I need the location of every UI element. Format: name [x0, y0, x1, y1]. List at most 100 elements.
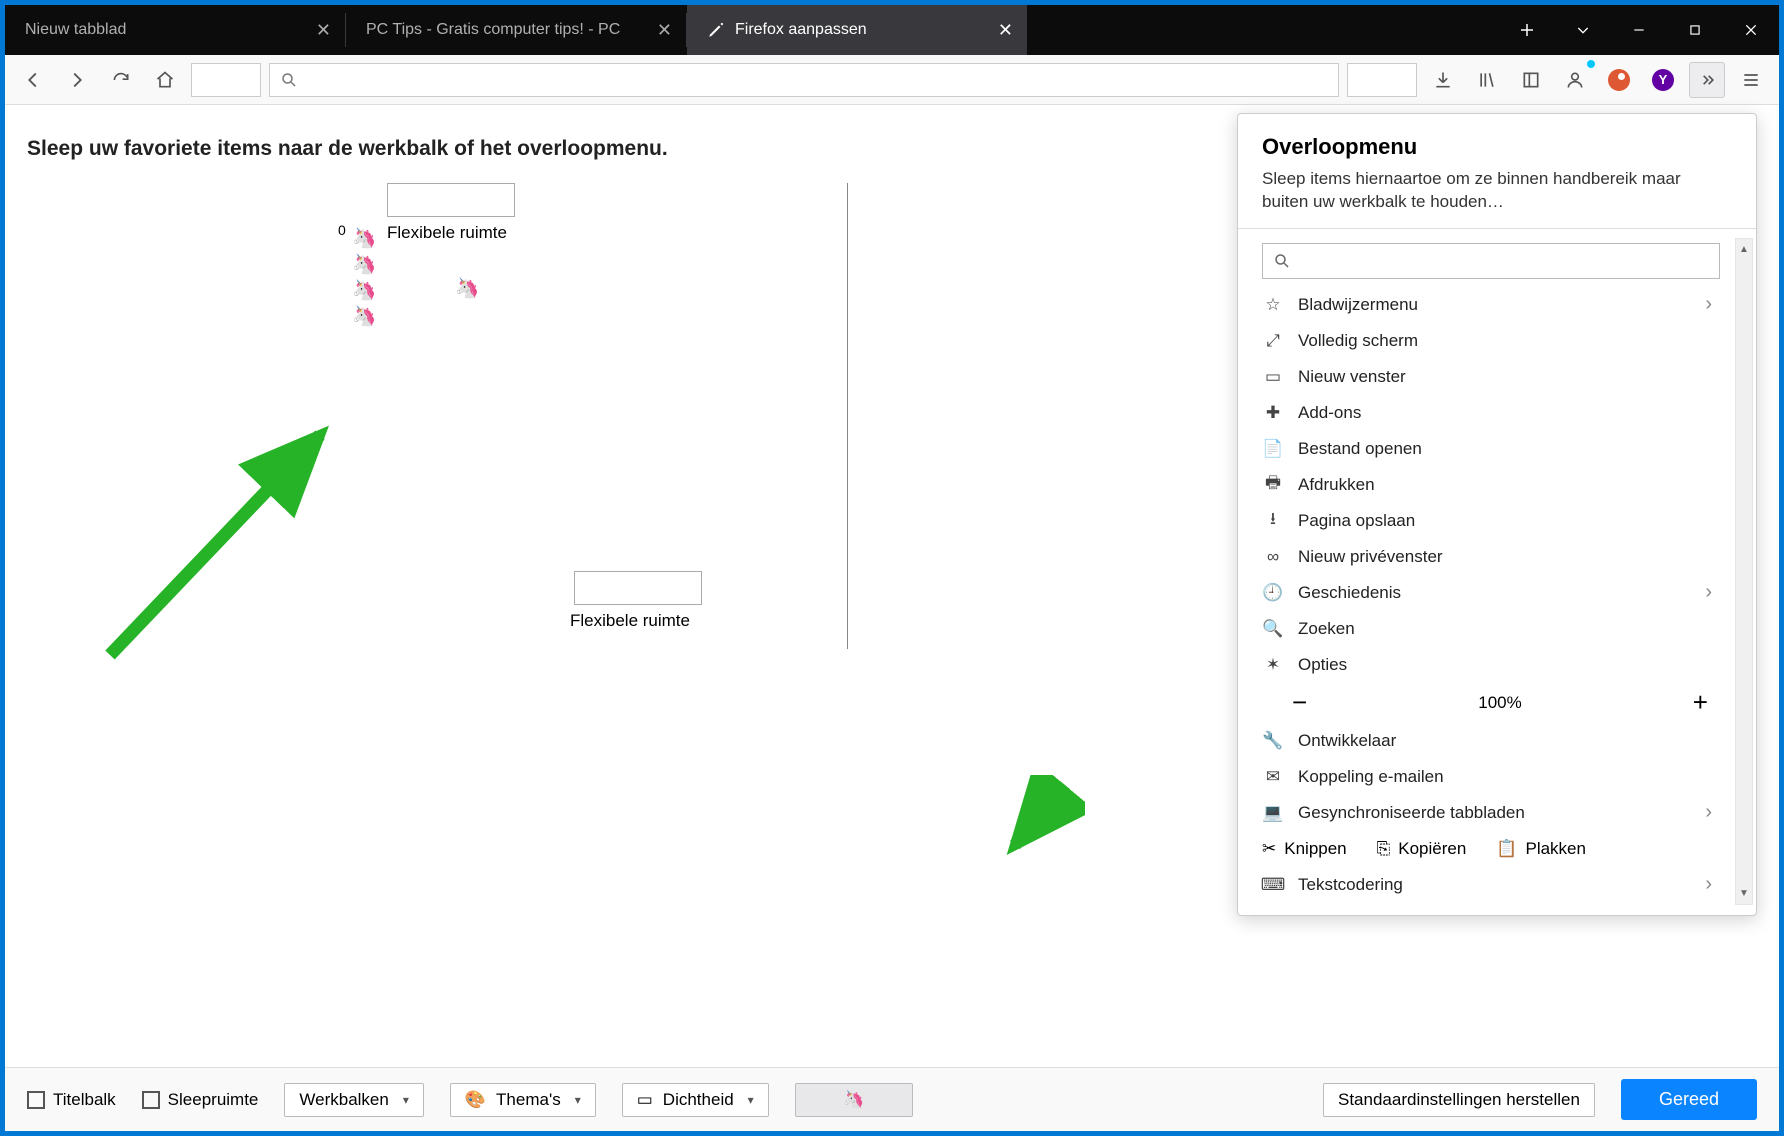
tab-customize[interactable]: Firefox aanpassen ✕ — [687, 5, 1027, 55]
bookmarks-icon: ☆ — [1262, 295, 1284, 315]
tab-label: Firefox aanpassen — [735, 21, 867, 39]
close-icon[interactable]: ✕ — [657, 20, 672, 41]
firefox-account-button[interactable] — [1557, 62, 1593, 98]
overflow-button[interactable] — [1689, 62, 1725, 98]
tabs-dropdown-button[interactable] — [1555, 5, 1611, 55]
menuitem-private-window[interactable]: ∞Nieuw privévenster — [1262, 539, 1748, 575]
flexible-space-label: Flexibele ruimte — [570, 611, 690, 631]
flexible-space-item[interactable] — [387, 183, 515, 217]
window-minimize-button[interactable] — [1611, 5, 1667, 55]
toolbar-spacer[interactable] — [1347, 63, 1417, 97]
back-button[interactable] — [15, 62, 51, 98]
sidebar-button[interactable] — [1513, 62, 1549, 98]
close-icon[interactable]: ✕ — [998, 20, 1013, 41]
flexible-space-label: Flexibele ruimte — [387, 223, 507, 243]
menuitem-label: Volledig scherm — [1298, 331, 1418, 351]
menuitem-print[interactable]: 🖶Afdrukken — [1262, 467, 1748, 503]
toolbars-dropdown[interactable]: Werkbalken▾ — [284, 1083, 423, 1117]
tab-pctips[interactable]: PC Tips - Gratis computer tips! - PC ✕ — [346, 5, 686, 55]
menuitem-new-window[interactable]: ▭Nieuw venster — [1262, 359, 1748, 395]
divider — [847, 183, 848, 649]
scrollbar[interactable]: ▲▼ — [1735, 238, 1753, 905]
menuitem-open-file[interactable]: 📄Bestand openen — [1262, 431, 1748, 467]
menuitem-fullscreen[interactable]: ⤢Volledig scherm — [1262, 323, 1748, 359]
folder-icon: 📄 — [1262, 439, 1284, 459]
scissors-icon: ✂ — [1262, 839, 1276, 859]
menuitem-paste[interactable]: 📋Plakken — [1496, 839, 1586, 859]
menuitem-history[interactable]: 🕘Geschiedenis› — [1262, 575, 1748, 611]
window-close-button[interactable] — [1723, 5, 1779, 55]
brush-icon — [707, 21, 725, 39]
tab-new[interactable]: Nieuw tabblad ✕ — [5, 5, 345, 55]
nav-toolbar: Y — [5, 55, 1779, 105]
menuitem-label: Afdrukken — [1298, 475, 1375, 495]
tab-bar: Nieuw tabblad ✕ PC Tips - Gratis compute… — [5, 5, 1779, 55]
svg-text:🦄: 🦄 — [352, 227, 376, 250]
gear-icon: ✶ — [1262, 655, 1284, 675]
close-icon[interactable]: ✕ — [316, 20, 331, 41]
unicorn-icon[interactable]: 🦄 — [352, 303, 378, 329]
extension-duckduckgo-button[interactable] — [1601, 62, 1637, 98]
menuitem-save-page[interactable]: ⭳Pagina opslaan — [1262, 503, 1748, 539]
panel-search[interactable] — [1262, 243, 1720, 279]
zoom-in-button[interactable]: + — [1693, 687, 1708, 718]
menuitem-email-link[interactable]: ✉ Koppeling e-mailen — [1262, 759, 1748, 795]
whimsy-button[interactable]: 🦄 — [795, 1083, 913, 1117]
app-menu-button[interactable] — [1733, 62, 1769, 98]
menuitem-label: Knippen — [1284, 839, 1346, 859]
zoom-out-button[interactable]: − — [1292, 687, 1307, 718]
zoom-controls: − 100% + — [1262, 683, 1748, 723]
svg-text:🦄: 🦄 — [352, 305, 376, 328]
history-icon: 🕘 — [1262, 583, 1284, 603]
density-dropdown[interactable]: ▭Dichtheid▾ — [622, 1083, 769, 1117]
menuitem-addons[interactable]: ✚Add-ons — [1262, 395, 1748, 431]
menuitem-label: Tekstcodering — [1298, 875, 1403, 895]
home-button[interactable] — [147, 62, 183, 98]
menuitem-label: Bladwijzermenu — [1298, 295, 1418, 315]
menuitem-text-encoding[interactable]: ⌨Tekstcodering› — [1262, 867, 1748, 903]
profile-button[interactable]: Y — [1645, 62, 1681, 98]
menuitem-bookmarks[interactable]: ☆Bladwijzermenu› — [1262, 287, 1748, 323]
annotation-arrow — [995, 775, 1085, 865]
unicorn-icon[interactable]: 🦄 — [352, 225, 378, 251]
overflow-panel: Overloopmenu Sleep items hiernaartoe om … — [1237, 113, 1757, 916]
toolbar-spacer[interactable] — [191, 63, 261, 97]
restore-defaults-button[interactable]: Standaardinstellingen herstellen — [1323, 1083, 1595, 1117]
zoom-level: 100% — [1478, 693, 1521, 713]
library-button[interactable] — [1469, 62, 1505, 98]
unicorn-icon[interactable]: 🦄 — [352, 277, 378, 303]
menuitem-options[interactable]: ✶ Opties — [1262, 647, 1748, 683]
device-icon: 💻 — [1262, 803, 1284, 823]
menuitem-search[interactable]: 🔍Zoeken — [1262, 611, 1748, 647]
menuitem-cut[interactable]: ✂ Knippen — [1262, 839, 1347, 859]
unicorn-icon: 🦄 — [843, 1090, 864, 1110]
reload-button[interactable] — [103, 62, 139, 98]
menuitem-label: Pagina opslaan — [1298, 511, 1415, 531]
menuitem-synced-tabs[interactable]: 💻Gesynchroniseerde tabbladen› — [1262, 795, 1748, 831]
button-label: Gereed — [1659, 1089, 1719, 1109]
menuitem-label: Koppeling e-mailen — [1298, 767, 1444, 787]
menuitem-label: Kopiëren — [1398, 839, 1466, 859]
chevron-down-icon: ▾ — [748, 1093, 754, 1107]
unicorn-icon[interactable]: 🦄 — [455, 275, 481, 301]
url-bar[interactable] — [269, 63, 1339, 97]
checkbox-titlebar[interactable]: Titelbalk — [27, 1090, 116, 1110]
window-maximize-button[interactable] — [1667, 5, 1723, 55]
mail-icon: ✉ — [1262, 767, 1284, 787]
new-tab-button[interactable] — [1499, 5, 1555, 55]
menuitem-label: Opties — [1298, 655, 1347, 675]
themes-dropdown[interactable]: 🎨Thema's▾ — [450, 1083, 596, 1117]
theme-icon: 🎨 — [465, 1090, 486, 1110]
checkbox-dragspace[interactable]: Sleepruimte — [142, 1090, 259, 1110]
forward-button[interactable] — [59, 62, 95, 98]
unicorn-icon[interactable]: 🦄 — [352, 251, 378, 277]
downloads-button[interactable] — [1425, 62, 1461, 98]
done-button[interactable]: Gereed — [1621, 1079, 1757, 1120]
menuitem-developer[interactable]: 🔧Ontwikkelaar — [1262, 723, 1748, 759]
chevron-right-icon: › — [1705, 581, 1712, 604]
menuitem-label: Ontwikkelaar — [1298, 731, 1396, 751]
tab-label: Nieuw tabblad — [25, 21, 126, 39]
menuitem-copy[interactable]: ⎘Kopiëren — [1377, 839, 1467, 859]
search-icon: 🔍 — [1262, 619, 1284, 639]
flexible-space-item[interactable] — [574, 571, 702, 605]
